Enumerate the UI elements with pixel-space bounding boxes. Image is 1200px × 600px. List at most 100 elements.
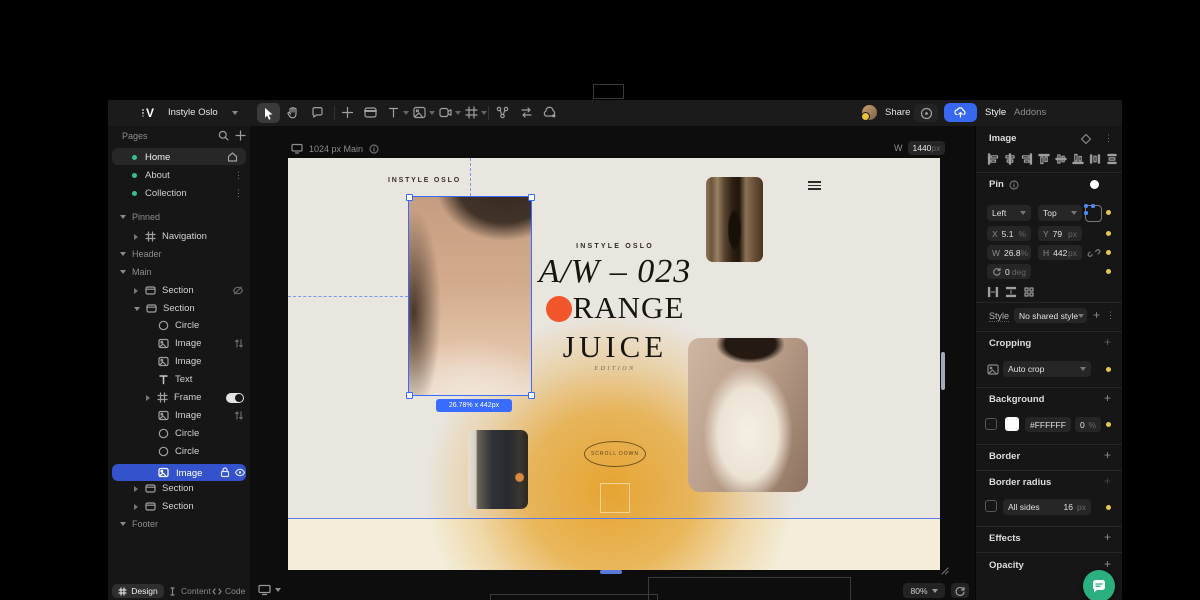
cropping-add-button[interactable]: + xyxy=(1104,337,1111,347)
frame-label[interactable]: 1024 px Main xyxy=(291,143,379,154)
preview-button[interactable] xyxy=(914,104,938,122)
project-name[interactable]: Instyle Oslo xyxy=(168,107,218,118)
lock-icon[interactable] xyxy=(220,467,230,478)
layer-group-pinned[interactable]: Pinned xyxy=(120,212,160,222)
align-right-icon[interactable] xyxy=(1021,153,1033,165)
distribute-v-icon[interactable] xyxy=(1106,153,1118,165)
selection-handle[interactable] xyxy=(528,392,535,399)
layer-row-image[interactable]: Image xyxy=(158,410,244,421)
border-add-button[interactable]: + xyxy=(1104,450,1111,460)
background-checkbox[interactable] xyxy=(985,418,997,430)
background-color-input[interactable]: #FFFFFF xyxy=(1025,417,1071,432)
scroll-down-button[interactable]: SCROLL DOWN xyxy=(584,441,646,467)
publish-button[interactable] xyxy=(944,103,977,122)
grid-icon[interactable] xyxy=(1023,286,1035,298)
row-menu-icon[interactable]: ⋮ xyxy=(234,170,243,181)
background-add-button[interactable]: + xyxy=(1104,393,1111,403)
eye-icon[interactable] xyxy=(234,467,246,478)
chat-widget-button[interactable] xyxy=(1083,570,1115,600)
background-color-swatch[interactable] xyxy=(1005,417,1019,431)
style-label[interactable]: Style xyxy=(989,311,1009,322)
x-input[interactable]: X 5.1 % xyxy=(987,226,1031,241)
layer-row-circle[interactable]: Circle xyxy=(158,428,199,439)
layer-group-header[interactable]: Header xyxy=(120,249,162,259)
frame-resize-handle-bottom[interactable] xyxy=(600,570,622,574)
layer-row-frame[interactable]: Frame xyxy=(146,392,244,403)
project-chevron-down-icon[interactable] xyxy=(232,111,238,115)
anchor-horizontal-select[interactable]: Left xyxy=(987,205,1031,221)
sidebar-item-collection[interactable]: Collection ⋮ xyxy=(112,185,246,201)
frame-resize-handle-right[interactable] xyxy=(941,352,945,390)
sidebar-item-about[interactable]: About ⋮ xyxy=(112,167,246,183)
tab-design[interactable]: Design xyxy=(112,584,164,598)
section-tool[interactable] xyxy=(364,107,377,118)
layer-row-section[interactable]: Section xyxy=(134,501,194,512)
design-image-man[interactable] xyxy=(468,430,528,509)
select-tool[interactable] xyxy=(257,103,280,123)
avatar[interactable] xyxy=(862,105,877,120)
width-input[interactable]: 1440 px xyxy=(908,141,945,155)
comment-tool[interactable] xyxy=(311,106,324,119)
sidebar-item-home[interactable]: Home xyxy=(112,148,246,165)
add-style-button[interactable]: + xyxy=(1093,310,1100,320)
style-menu-icon[interactable]: ⋮ xyxy=(1106,310,1115,321)
layer-group-footer[interactable]: Footer xyxy=(120,519,158,529)
frame-tool[interactable] xyxy=(465,106,487,119)
selection-handle[interactable] xyxy=(406,392,413,399)
eye-off-icon[interactable] xyxy=(232,285,244,296)
layer-row-section-open[interactable]: Section xyxy=(134,303,195,314)
refresh-button[interactable] xyxy=(951,583,969,598)
layer-row-circle[interactable]: Circle xyxy=(158,446,199,457)
padding-h-icon[interactable] xyxy=(987,286,999,298)
design-frame[interactable]: INSTYLE OSLO 26.78% x 442px xyxy=(288,158,940,570)
tab-content[interactable]: Content xyxy=(168,584,211,598)
layer-row-section[interactable]: Section xyxy=(134,483,194,494)
opacity-add-button[interactable]: + xyxy=(1104,559,1111,569)
background-opacity-input[interactable]: 0 % xyxy=(1075,417,1101,432)
assets-button[interactable] xyxy=(544,106,557,119)
workflow-button[interactable] xyxy=(496,106,509,119)
crop-mode-select[interactable]: Auto crop xyxy=(1003,361,1091,377)
anchor-vertical-select[interactable]: Top xyxy=(1038,205,1082,221)
insert-button[interactable] xyxy=(341,106,354,119)
tab-addons[interactable]: Addons xyxy=(1014,107,1046,118)
y-input[interactable]: Y 79 px xyxy=(1038,226,1082,241)
row-menu-icon[interactable]: ⋮ xyxy=(234,188,243,199)
effects-add-button[interactable]: + xyxy=(1104,532,1111,542)
component-icon[interactable] xyxy=(1080,133,1092,145)
border-radius-input[interactable]: All sides 16 px xyxy=(1003,499,1091,515)
align-left-icon[interactable] xyxy=(987,153,999,165)
anchor-widget[interactable] xyxy=(1085,205,1102,222)
align-middle-v-icon[interactable] xyxy=(1055,153,1067,165)
text-tool[interactable] xyxy=(387,106,409,119)
pages-add-button[interactable] xyxy=(235,130,246,141)
layer-group-main[interactable]: Main xyxy=(120,267,152,277)
tab-style[interactable]: Style xyxy=(985,107,1006,118)
app-logo[interactable]: V xyxy=(142,106,154,120)
info-icon[interactable] xyxy=(369,144,379,154)
media-tool[interactable] xyxy=(413,106,435,119)
align-bottom-icon[interactable] xyxy=(1072,153,1084,165)
menu-icon[interactable] xyxy=(808,179,821,192)
video-tool[interactable] xyxy=(439,106,461,119)
layer-row-circle[interactable]: Circle xyxy=(158,320,199,331)
frame-visibility-toggle[interactable] xyxy=(226,393,244,403)
border-radius-checkbox[interactable] xyxy=(985,500,997,512)
frame-resize-corner-icon[interactable] xyxy=(940,566,949,575)
pages-search-button[interactable] xyxy=(218,130,229,141)
info-icon[interactable] xyxy=(1009,180,1019,190)
padding-v-icon[interactable] xyxy=(1005,286,1017,298)
layer-row-image[interactable]: Image xyxy=(158,338,244,349)
border-radius-add-button[interactable]: + xyxy=(1104,476,1111,486)
tab-code[interactable]: Code xyxy=(212,584,245,598)
layer-row-section[interactable]: Section xyxy=(134,285,244,296)
align-top-icon[interactable] xyxy=(1038,153,1050,165)
breakpoint-button[interactable] xyxy=(258,584,281,596)
swap-button[interactable] xyxy=(520,106,533,119)
unlink-icon[interactable] xyxy=(1088,247,1100,259)
hand-tool[interactable] xyxy=(286,106,299,119)
distribute-h-icon[interactable] xyxy=(1089,153,1101,165)
layer-row-image[interactable]: Image xyxy=(158,356,201,367)
rotation-input[interactable]: 0 deg xyxy=(987,264,1031,279)
height-input[interactable]: H 442 px xyxy=(1038,245,1082,260)
